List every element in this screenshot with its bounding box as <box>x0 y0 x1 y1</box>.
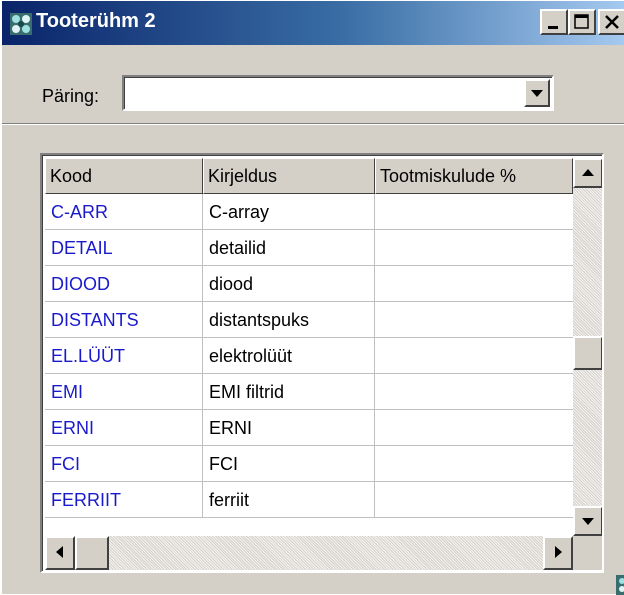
horizontal-scrollbar[interactable] <box>45 536 573 570</box>
table-row[interactable]: ERNI ERNI <box>45 410 575 446</box>
table-row[interactable]: FCI FCI <box>45 446 575 482</box>
table-row[interactable]: EL.LÜÜT elektrolüüt <box>45 338 575 374</box>
close-icon <box>605 15 619 29</box>
table-row[interactable]: DIOOD diood <box>45 266 575 302</box>
cell-code[interactable]: DETAIL <box>45 230 203 266</box>
section-divider <box>2 123 624 125</box>
vertical-scroll-thumb[interactable] <box>573 336 602 370</box>
table-row[interactable]: EMI EMI filtrid <box>45 374 575 410</box>
cell-description[interactable]: FCI <box>203 446 375 482</box>
cell-percent[interactable] <box>375 338 575 374</box>
maximize-button[interactable] <box>568 9 596 35</box>
table-row[interactable]: FERRIIT ferriit <box>45 482 575 518</box>
grid-frame: Kood Kirjeldus Tootmiskulude % C-ARR C-a… <box>42 155 602 571</box>
cell-percent[interactable] <box>375 482 575 518</box>
window: Tooterühm 2 Päring: Kood Kirjeldus Tootm… <box>0 0 624 595</box>
maximize-icon <box>574 14 589 29</box>
vertical-scrollbar[interactable] <box>573 158 602 536</box>
arrow-left-icon <box>56 546 63 558</box>
cell-code[interactable]: FERRIIT <box>45 482 203 518</box>
close-button[interactable] <box>598 9 624 35</box>
horizontal-scroll-thumb[interactable] <box>75 536 109 570</box>
arrow-right-icon <box>555 546 562 558</box>
cell-percent[interactable] <box>375 302 575 338</box>
cell-description[interactable]: diood <box>203 266 375 302</box>
cell-code[interactable]: EL.LÜÜT <box>45 338 203 374</box>
cell-description[interactable]: EMI filtrid <box>203 374 375 410</box>
cell-description[interactable]: ferriit <box>203 482 375 518</box>
table-row[interactable]: C-ARR C-array <box>45 194 575 230</box>
cell-description[interactable]: distantspuks <box>203 302 375 338</box>
cell-percent[interactable] <box>375 266 575 302</box>
column-header-kirjeldus[interactable]: Kirjeldus <box>203 158 375 194</box>
cell-code[interactable]: DISTANTS <box>45 302 203 338</box>
minimize-icon <box>548 26 558 29</box>
cell-code[interactable]: FCI <box>45 446 203 482</box>
scroll-down-button[interactable] <box>573 506 602 536</box>
cell-percent[interactable] <box>375 374 575 410</box>
scroll-up-button[interactable] <box>573 158 602 188</box>
cell-code[interactable]: DIOOD <box>45 266 203 302</box>
query-combobox[interactable] <box>122 75 554 111</box>
cell-description[interactable]: ERNI <box>203 410 375 446</box>
cell-description[interactable]: elektrolüüt <box>203 338 375 374</box>
chevron-down-icon <box>531 90 543 97</box>
window-title: Tooterühm 2 <box>36 10 156 32</box>
minimize-button[interactable] <box>540 9 568 35</box>
cell-code[interactable]: C-ARR <box>45 194 203 230</box>
query-dropdown-button[interactable] <box>524 79 550 107</box>
arrow-down-icon <box>582 518 594 525</box>
cell-code[interactable]: EMI <box>45 374 203 410</box>
cell-description[interactable]: detailid <box>203 230 375 266</box>
cell-percent[interactable] <box>375 446 575 482</box>
scroll-left-button[interactable] <box>45 536 75 570</box>
scroll-right-button[interactable] <box>543 536 573 570</box>
column-header-tootmiskulude[interactable]: Tootmiskulude % <box>375 158 573 194</box>
cell-percent[interactable] <box>375 194 575 230</box>
app-icon-small <box>616 575 624 595</box>
app-icon <box>10 13 32 35</box>
data-grid[interactable]: Kood Kirjeldus Tootmiskulude % C-ARR C-a… <box>40 153 604 573</box>
cell-description[interactable]: C-array <box>203 194 375 230</box>
arrow-up-icon <box>582 169 594 176</box>
column-header-kood[interactable]: Kood <box>45 158 203 194</box>
cell-percent[interactable] <box>375 230 575 266</box>
title-bar[interactable]: Tooterühm 2 <box>2 1 624 45</box>
table-row[interactable]: DISTANTS distantspuks <box>45 302 575 338</box>
scrollbar-corner <box>573 536 602 570</box>
table-row[interactable]: DETAIL detailid <box>45 230 575 266</box>
query-label: Päring: <box>42 86 100 106</box>
cell-code[interactable]: ERNI <box>45 410 203 446</box>
query-combobox-field[interactable] <box>124 77 552 109</box>
cell-percent[interactable] <box>375 410 575 446</box>
